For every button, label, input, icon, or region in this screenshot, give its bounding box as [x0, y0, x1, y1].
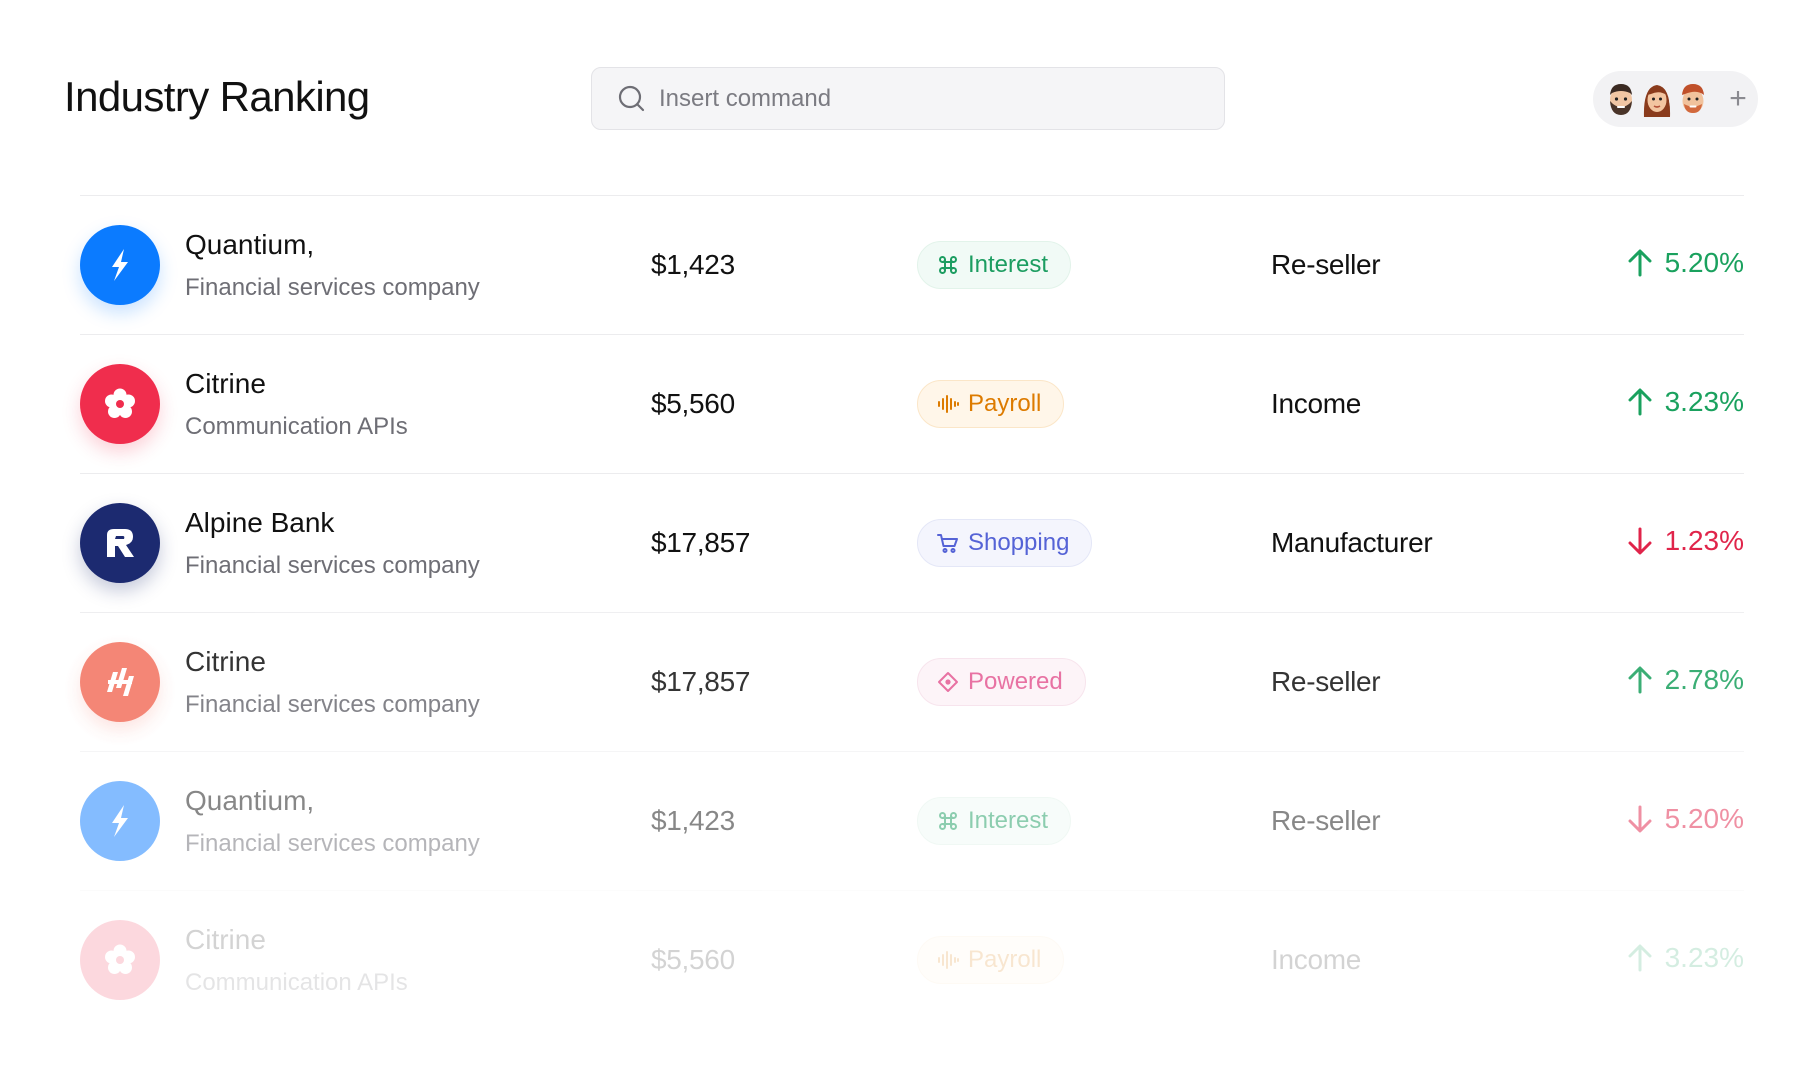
- waveform-icon: [938, 395, 959, 413]
- table-row[interactable]: Citrine Financial services company $17,8…: [80, 612, 1744, 751]
- change-indicator: 1.23%: [1623, 524, 1744, 558]
- page: Industry Ranking Insert command + Quanti…: [0, 0, 1816, 1090]
- tag-badge[interactable]: Interest: [917, 797, 1072, 845]
- arrow-down-icon: [1628, 527, 1652, 555]
- company-logo: [80, 503, 160, 583]
- tag-badge[interactable]: Powered: [917, 658, 1086, 706]
- company-name: Quantium,: [185, 785, 315, 816]
- amount: $17,857: [651, 527, 751, 558]
- page-title: Industry Ranking: [64, 73, 370, 120]
- flower-icon: [105, 944, 135, 974]
- redhead-man-avatar-icon: [1682, 84, 1704, 113]
- add-collaborator-button[interactable]: +: [1718, 79, 1758, 119]
- amount: $5,560: [651, 388, 735, 419]
- company-description: Financial services company: [185, 830, 480, 857]
- slash-bars-icon: [107, 668, 134, 696]
- amount: $5,560: [651, 944, 735, 975]
- company-name: Citrine: [185, 368, 266, 399]
- arrow-up-icon: [1628, 944, 1652, 972]
- change-value: 2.78%: [1664, 664, 1744, 695]
- category: Income: [1271, 944, 1362, 975]
- table-row[interactable]: Citrine Communication APIs $5,560 Payrol…: [80, 890, 1744, 1029]
- search-input[interactable]: [659, 84, 1199, 113]
- company-logo: [80, 642, 160, 722]
- company-description: Financial services company: [185, 274, 480, 301]
- arrow-up-icon: [1628, 388, 1652, 416]
- tag-badge[interactable]: Shopping: [917, 519, 1093, 567]
- category: Re-seller: [1271, 249, 1381, 280]
- tag-badge[interactable]: Interest: [917, 241, 1072, 289]
- ranking-table: Quantium, Financial services company $1,…: [80, 195, 1744, 1029]
- change-value: 5.20%: [1664, 247, 1744, 278]
- company-description: Financial services company: [185, 691, 480, 718]
- company-name: Alpine Bank: [185, 507, 335, 538]
- amount: $17,857: [651, 666, 751, 697]
- company-name: Citrine: [185, 924, 266, 955]
- table-row[interactable]: Quantium, Financial services company $1,…: [80, 751, 1744, 890]
- tag-label: Payroll: [968, 390, 1042, 417]
- collaborators-group: +: [1593, 71, 1758, 127]
- table-row[interactable]: Quantium, Financial services company $1,…: [80, 195, 1744, 334]
- company-logo: [80, 920, 160, 1000]
- command-search[interactable]: [591, 67, 1225, 130]
- company-logo: [80, 781, 160, 861]
- change-indicator: 5.20%: [1623, 802, 1744, 836]
- command-icon: [939, 256, 957, 274]
- change-indicator: 3.23%: [1623, 941, 1744, 975]
- search-icon: [618, 85, 645, 111]
- company-description: Communication APIs: [185, 413, 408, 440]
- company-description: Financial services company: [185, 552, 480, 579]
- company-logo: [80, 225, 160, 305]
- change-value: 3.23%: [1664, 942, 1744, 973]
- company-name: Citrine: [185, 646, 266, 677]
- waveform-icon: [938, 951, 959, 969]
- r-letter-icon: [107, 529, 134, 557]
- flame-icon: [112, 249, 128, 281]
- change-value: 1.23%: [1664, 525, 1744, 556]
- arrow-up-icon: [1628, 249, 1652, 277]
- change-indicator: 2.78%: [1623, 663, 1744, 697]
- table-row[interactable]: Citrine Communication APIs $5,560 Payrol…: [80, 334, 1744, 473]
- command-icon: [939, 812, 957, 830]
- avatar[interactable]: [1669, 75, 1717, 123]
- tag-label: Interest: [968, 251, 1049, 278]
- category: Manufacturer: [1271, 527, 1433, 558]
- company-logo: [80, 364, 160, 444]
- tag-label: Shopping: [968, 529, 1070, 556]
- change-indicator: 3.23%: [1623, 385, 1744, 419]
- tag-label: Payroll: [968, 946, 1042, 973]
- tag-badge[interactable]: Payroll: [917, 380, 1065, 428]
- flower-icon: [105, 388, 135, 418]
- amount: $1,423: [651, 249, 735, 280]
- cart-icon: [937, 534, 958, 553]
- arrow-up-icon: [1628, 666, 1652, 694]
- change-value: 3.23%: [1664, 386, 1744, 417]
- tag-badge[interactable]: Payroll: [917, 936, 1065, 984]
- arrow-down-icon: [1628, 805, 1652, 833]
- category: Re-seller: [1271, 666, 1381, 697]
- company-description: Communication APIs: [185, 969, 408, 996]
- header: Industry Ranking Insert command +: [0, 0, 1816, 170]
- amount: $1,423: [651, 805, 735, 836]
- category: Income: [1271, 388, 1362, 419]
- change-value: 5.20%: [1664, 803, 1744, 834]
- company-name: Quantium,: [185, 229, 315, 260]
- flame-icon: [112, 805, 128, 837]
- tag-label: Powered: [968, 668, 1063, 695]
- tag-label: Interest: [968, 807, 1049, 834]
- diamond-icon: [938, 672, 958, 692]
- change-indicator: 5.20%: [1623, 246, 1744, 280]
- category: Re-seller: [1271, 805, 1381, 836]
- table-row[interactable]: Alpine Bank Financial services company $…: [80, 473, 1744, 612]
